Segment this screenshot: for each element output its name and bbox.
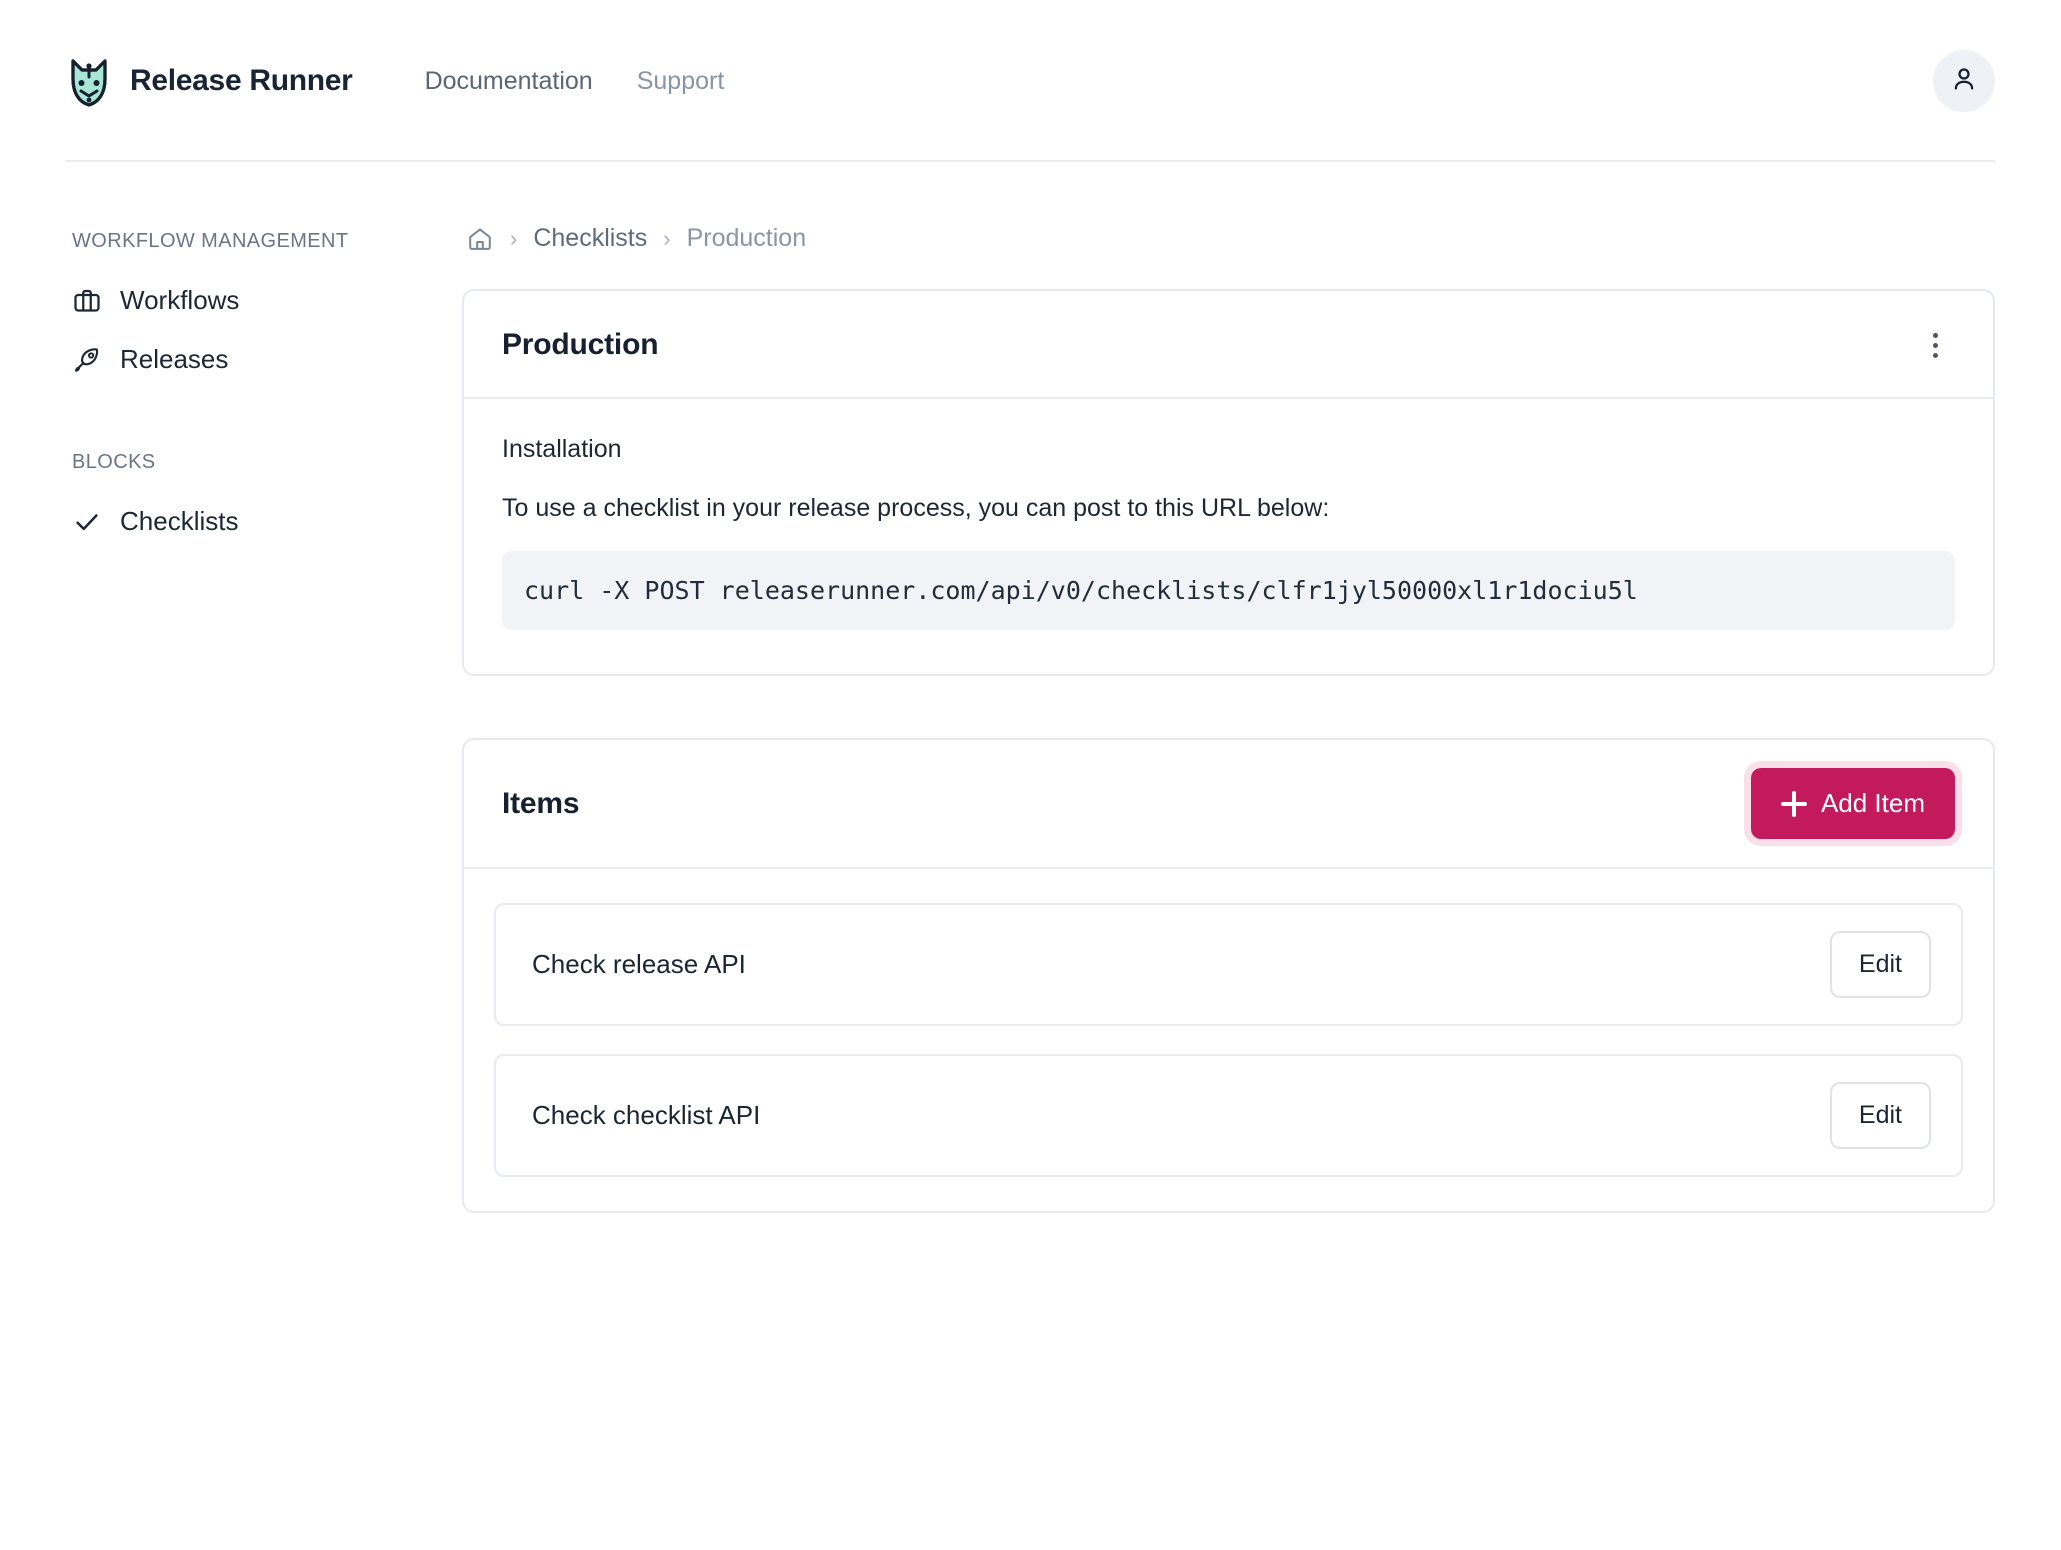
sidebar-item-label: Workflows	[120, 285, 240, 315]
installation-description: To use a checklist in your release proce…	[502, 494, 1330, 522]
sidebar-item-checklists[interactable]: Checklists	[66, 492, 426, 551]
installation-heading: Installation	[502, 435, 622, 463]
breadcrumb-item-checklists[interactable]: Checklists	[533, 224, 647, 253]
sidebar-item-label: Checklists	[120, 506, 239, 536]
card-header: Production	[464, 291, 1993, 399]
sidebar-group-title-blocks: BLOCKS	[72, 451, 156, 473]
brand-name: Release Runner	[130, 64, 353, 97]
page-title: Production	[502, 328, 659, 361]
dog-head-logo-icon	[66, 55, 112, 107]
items-title: Items	[502, 786, 580, 820]
app-header: Release Runner Documentation Support	[0, 0, 2061, 162]
sidebar: WORKFLOW MANAGEMENT Workflows Releases B…	[66, 224, 426, 1213]
list-item[interactable]: Check checklist API Edit	[494, 1054, 1963, 1177]
edit-button[interactable]: Edit	[1829, 931, 1931, 998]
check-icon	[72, 507, 102, 537]
items-card: Items Add Item Check release API Edit Ch…	[462, 738, 1995, 1213]
item-label: Check release API	[532, 949, 746, 979]
item-label: Check checklist API	[532, 1100, 761, 1130]
brand[interactable]: Release Runner	[66, 55, 353, 107]
add-item-button-label: Add Item	[1820, 788, 1925, 818]
breadcrumb-separator: ›	[663, 225, 671, 251]
nav-link-documentation[interactable]: Documentation	[425, 67, 593, 96]
sidebar-item-releases[interactable]: Releases	[66, 330, 426, 389]
user-icon	[1949, 64, 1979, 99]
edit-button[interactable]: Edit	[1829, 1082, 1931, 1149]
rocket-icon	[72, 345, 102, 375]
list-item[interactable]: Check release API Edit	[494, 903, 1963, 1026]
curl-command-code-block[interactable]: curl -X POST releaserunner.com/api/v0/ch…	[502, 551, 1955, 630]
items-header: Items Add Item	[464, 740, 1993, 869]
plus-icon	[1780, 790, 1807, 817]
kebab-menu-icon[interactable]	[1915, 325, 1955, 365]
home-icon[interactable]	[466, 225, 494, 253]
add-item-button[interactable]: Add Item	[1750, 768, 1955, 839]
sidebar-group-title-workflow-management: WORKFLOW MANAGEMENT	[72, 230, 349, 252]
sidebar-item-label: Releases	[120, 344, 229, 374]
avatar[interactable]	[1933, 50, 1995, 112]
breadcrumb-item-production: Production	[686, 224, 807, 252]
briefcase-icon	[72, 286, 102, 316]
breadcrumb: › Checklists › Production	[462, 224, 1995, 253]
card-body: Installation To use a checklist in your …	[464, 399, 1993, 674]
breadcrumb-separator: ›	[510, 225, 518, 251]
main-content: › Checklists › Production Production Ins…	[426, 224, 1995, 1213]
page-body: WORKFLOW MANAGEMENT Workflows Releases B…	[0, 162, 2061, 1213]
items-list: Check release API Edit Check checklist A…	[464, 869, 1993, 1211]
nav-link-support[interactable]: Support	[637, 67, 725, 96]
primary-nav: Documentation Support	[425, 67, 725, 96]
checklist-detail-card: Production Installation To use a checkli…	[462, 289, 1995, 676]
sidebar-item-workflows[interactable]: Workflows	[66, 271, 426, 330]
